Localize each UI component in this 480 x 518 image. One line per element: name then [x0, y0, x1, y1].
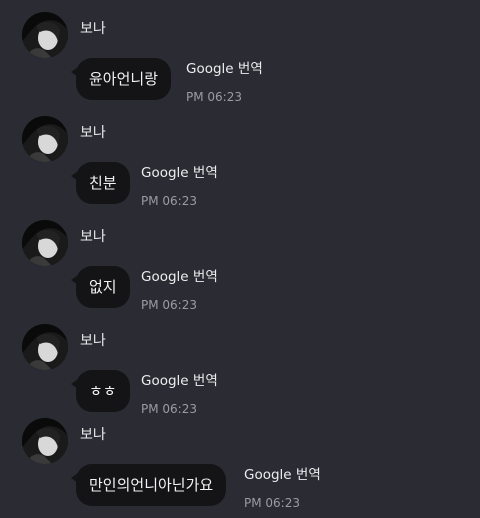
- google-translate-link[interactable]: Google 번역: [141, 164, 218, 182]
- profile-photo-icon: [22, 116, 68, 162]
- sender-name: 보나: [80, 333, 106, 349]
- message-bubble[interactable]: 윤아언니랑: [70, 58, 172, 100]
- avatar[interactable]: [22, 220, 68, 266]
- sender-name: 보나: [80, 21, 106, 37]
- profile-photo-icon: [22, 220, 68, 266]
- avatar[interactable]: [22, 418, 68, 464]
- profile-photo-icon: [22, 12, 68, 58]
- chat-view: 보나 윤아언니랑 Google 번역 PM 06:23 보나 친분 Google…: [0, 0, 480, 518]
- chat-message: 보나 만인의언니아닌가요 Google 번역 PM 06:23: [0, 418, 480, 518]
- message-timestamp: PM 06:23: [141, 194, 197, 208]
- message-timestamp: PM 06:23: [141, 402, 197, 416]
- avatar[interactable]: [22, 324, 68, 370]
- chat-message: 보나 없지 Google 번역 PM 06:23: [0, 220, 480, 324]
- chat-message: 보나 ㅎㅎ Google 번역 PM 06:23: [0, 324, 480, 428]
- google-translate-link[interactable]: Google 번역: [141, 268, 218, 286]
- chat-message: 보나 윤아언니랑 Google 번역 PM 06:23: [0, 12, 480, 116]
- google-translate-link[interactable]: Google 번역: [141, 372, 218, 390]
- avatar[interactable]: [22, 12, 68, 58]
- profile-photo-icon: [22, 324, 68, 370]
- message-timestamp: PM 06:23: [141, 298, 197, 312]
- google-translate-link[interactable]: Google 번역: [186, 60, 263, 78]
- google-translate-link[interactable]: Google 번역: [244, 466, 321, 484]
- message-bubble[interactable]: 친분: [71, 162, 130, 204]
- chat-message: 보나 친분 Google 번역 PM 06:23: [0, 116, 480, 220]
- sender-name: 보나: [80, 427, 106, 443]
- avatar[interactable]: [22, 116, 68, 162]
- profile-photo-icon: [22, 418, 68, 464]
- message-timestamp: PM 06:23: [244, 496, 300, 510]
- message-bubble[interactable]: ㅎㅎ: [71, 370, 130, 412]
- message-timestamp: PM 06:23: [186, 90, 242, 104]
- sender-name: 보나: [80, 229, 106, 245]
- message-bubble[interactable]: 없지: [71, 266, 130, 308]
- sender-name: 보나: [80, 125, 106, 141]
- message-bubble[interactable]: 만인의언니아닌가요: [70, 464, 227, 506]
